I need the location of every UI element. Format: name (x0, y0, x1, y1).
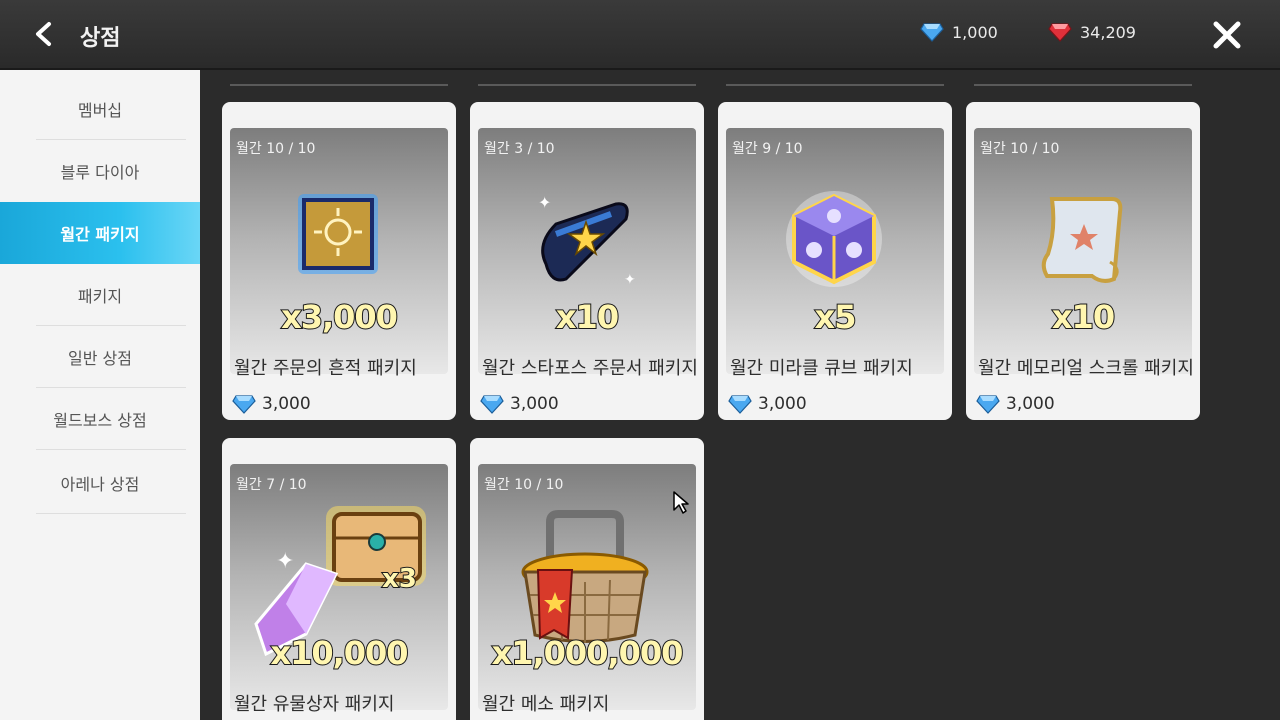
chevron-left-icon (36, 22, 51, 46)
blue-diamond-icon (976, 395, 1000, 414)
sidebar-item-arena-shop[interactable]: 아레나 상점 (0, 452, 200, 514)
price-value: 3,000 (1006, 394, 1055, 414)
product-name: 월간 메모리얼 스크롤 패키지 (978, 358, 1192, 378)
price: 3,000 (728, 394, 807, 414)
product-card-starforce-package[interactable]: 월간 3 / 10 ✦ ✦ x10 월간 스타포스 주문서 패키지 3,000 (470, 102, 704, 420)
blue-diamond-icon (728, 395, 752, 414)
starforce-scroll-icon: ✦ ✦ (538, 193, 636, 288)
back-button[interactable] (26, 16, 62, 52)
divider (230, 84, 448, 86)
purchase-limit: 월간 9 / 10 (732, 141, 803, 157)
product-card-memorial-scroll-package[interactable]: 월간 10 / 10 x10 월간 메모리얼 스크롤 패키지 3,000 (966, 102, 1200, 420)
purchase-limit: 월간 10 / 10 (980, 141, 1060, 157)
close-icon (1213, 21, 1241, 49)
divider (36, 449, 186, 450)
top-bar: 상점 1,000 34,209 (0, 0, 1280, 70)
product-card-relic-box-package[interactable]: 월간 7 / 10 ✦ x3 x10,000 월간 유물상자 패키지 (222, 438, 456, 720)
miracle-cube-icon (786, 191, 882, 287)
quantity-label: x3,000 (280, 297, 399, 337)
svg-text:✦: ✦ (276, 549, 294, 574)
golden-scroll-icon (298, 194, 378, 274)
mouse-cursor-icon (673, 491, 689, 514)
blue-diamond-icon (480, 395, 504, 414)
sidebar-item-label: 월간 패키지 (60, 225, 140, 244)
svg-text:✦: ✦ (538, 193, 551, 212)
divider (974, 84, 1192, 86)
sidebar-item-package[interactable]: 패키지 (0, 264, 200, 326)
sidebar-item-membership[interactable]: 멤버십 (0, 78, 200, 140)
sidebar-item-label: 일반 상점 (68, 349, 132, 368)
product-name: 월간 주문의 흔적 패키지 (234, 358, 417, 378)
meso-basket-icon (521, 510, 649, 643)
sidebar-item-general-shop[interactable]: 일반 상점 (0, 326, 200, 388)
blue-diamond-balance: 1,000 (920, 22, 998, 42)
category-sidebar: 멤버십 블루 다이아 월간 패키지 패키지 일반 상점 월드보스 상점 아레나 … (0, 70, 200, 720)
quantity-label: x1,000,000 (491, 633, 685, 673)
product-card-trace-package[interactable]: 월간 10 / 10 x3,000 월간 주문의 흔적 패키지 3,000 (222, 102, 456, 420)
product-card-meso-package[interactable]: 월간 10 / 10 x1,000,000 월간 메소 패키지 (470, 438, 704, 720)
sidebar-item-label: 블루 다이아 (60, 163, 140, 182)
divider (478, 84, 696, 86)
quantity-label: x10 (555, 297, 620, 337)
product-name: 월간 메소 패키지 (482, 694, 610, 714)
divider (726, 84, 944, 86)
price: 3,000 (480, 394, 559, 414)
purchase-limit: 월간 10 / 10 (484, 477, 564, 493)
sidebar-item-label: 월드보스 상점 (53, 411, 147, 430)
quantity-label: x10 (1051, 297, 1116, 337)
purchase-limit: 월간 10 / 10 (236, 141, 316, 157)
sidebar-item-label: 아레나 상점 (60, 475, 140, 494)
svg-text:✦: ✦ (624, 272, 636, 288)
sidebar-item-world-boss-shop[interactable]: 월드보스 상점 (0, 388, 200, 450)
price-value: 3,000 (510, 394, 559, 414)
blue-diamond-amount: 1,000 (952, 22, 998, 42)
sidebar-item-blue-diamond[interactable]: 블루 다이아 (0, 140, 200, 202)
divider (36, 513, 186, 514)
price: 3,000 (976, 394, 1055, 414)
blue-diamond-icon (232, 395, 256, 414)
product-grid: 월간 10 / 10 x3,000 월간 주문의 흔적 패키지 3,000 월간… (200, 70, 1280, 720)
red-diamond-icon (1048, 23, 1072, 42)
product-card-miracle-cube-package[interactable]: 월간 9 / 10 x5 월간 미라클 큐브 패키지 3,000 (718, 102, 952, 420)
page-title: 상점 (80, 26, 121, 51)
blue-diamond-icon (920, 23, 944, 42)
quantity-label: x10,000 (269, 633, 409, 673)
product-name: 월간 유물상자 패키지 (234, 694, 395, 714)
price: 3,000 (232, 394, 311, 414)
memorial-scroll-icon (1041, 197, 1123, 283)
box-quantity-label: x3 (381, 563, 418, 595)
red-diamond-amount: 34,209 (1080, 22, 1136, 42)
quantity-label: x5 (814, 297, 858, 337)
product-name: 월간 스타포스 주문서 패키지 (482, 358, 696, 378)
price-value: 3,000 (758, 394, 807, 414)
sidebar-item-monthly-package[interactable]: 월간 패키지 (0, 202, 200, 264)
sidebar-item-label: 멤버십 (77, 101, 123, 120)
close-button[interactable] (1208, 16, 1246, 54)
purchase-limit: 월간 7 / 10 (236, 477, 307, 493)
product-name: 월간 미라클 큐브 패키지 (730, 358, 913, 378)
red-diamond-balance: 34,209 (1048, 22, 1136, 42)
sidebar-item-label: 패키지 (77, 287, 123, 306)
purchase-limit: 월간 3 / 10 (484, 141, 555, 157)
price-value: 3,000 (262, 394, 311, 414)
